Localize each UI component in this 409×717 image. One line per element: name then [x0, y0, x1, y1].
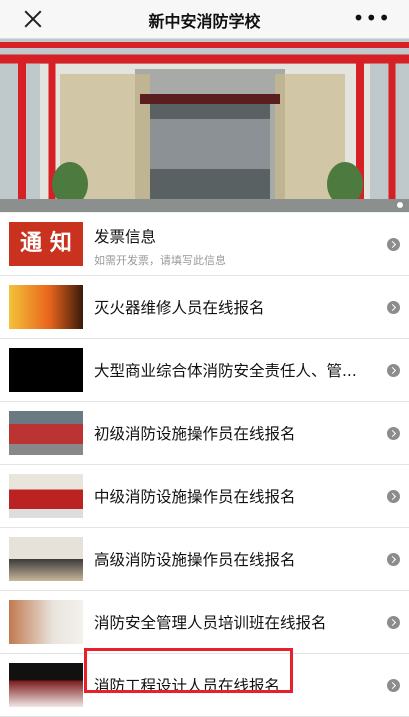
list-item[interactable]: 高级消防设施操作员在线报名	[0, 528, 409, 591]
chevron-right-icon	[387, 301, 400, 314]
item-title: 高级消防设施操作员在线报名	[94, 551, 296, 569]
registration-list: 通 知 发票信息 如需开发票，请填写此信息 灭火器维修人员在线报名 大型商业综合…	[0, 213, 409, 717]
list-item[interactable]: 初级消防设施操作员在线报名	[0, 402, 409, 465]
item-title: 发票信息	[94, 228, 157, 246]
item-title: 消防安全管理人员培训班在线报名	[94, 614, 327, 632]
extinguisher-training-thumbnail	[9, 600, 83, 644]
chevron-right-icon	[387, 616, 400, 629]
list-item[interactable]: 大型商业综合体消防安全责任人、管...	[0, 339, 409, 402]
school-entrance-banner	[0, 39, 409, 212]
design-thumbnail	[9, 663, 83, 707]
top-bar: 新中安消防学校 •••	[0, 0, 409, 39]
group-photo-thumbnail	[9, 537, 83, 581]
chevron-right-icon	[387, 679, 400, 692]
chevron-right-icon	[387, 364, 400, 377]
chevron-right-icon	[387, 553, 400, 566]
item-subtitle: 如需开发票，请填写此信息	[94, 254, 226, 267]
page-title: 新中安消防学校	[148, 12, 261, 31]
list-item[interactable]: 消防安全管理人员培训班在线报名	[0, 591, 409, 654]
firefighter-thumbnail	[9, 285, 83, 329]
item-title: 初级消防设施操作员在线报名	[94, 425, 296, 443]
fire-garage-thumbnail	[9, 474, 83, 518]
fire-station-thumbnail	[9, 411, 83, 455]
list-item[interactable]: 通 知 发票信息 如需开发票，请填写此信息	[0, 213, 409, 276]
chevron-right-icon	[387, 427, 400, 440]
highlight-box	[84, 648, 293, 693]
notice-thumbnail: 通 知	[9, 222, 83, 266]
item-title: 中级消防设施操作员在线报名	[94, 488, 296, 506]
list-item[interactable]: 灭火器维修人员在线报名	[0, 276, 409, 339]
chevron-right-icon	[387, 238, 400, 251]
list-item[interactable]: 中级消防设施操作员在线报名	[0, 465, 409, 528]
black-thumbnail	[9, 348, 83, 392]
item-title: 大型商业综合体消防安全责任人、管...	[94, 362, 357, 380]
more-options-icon[interactable]: •••	[353, 8, 391, 28]
item-title: 灭火器维修人员在线报名	[94, 299, 265, 317]
chevron-right-icon	[387, 490, 400, 503]
